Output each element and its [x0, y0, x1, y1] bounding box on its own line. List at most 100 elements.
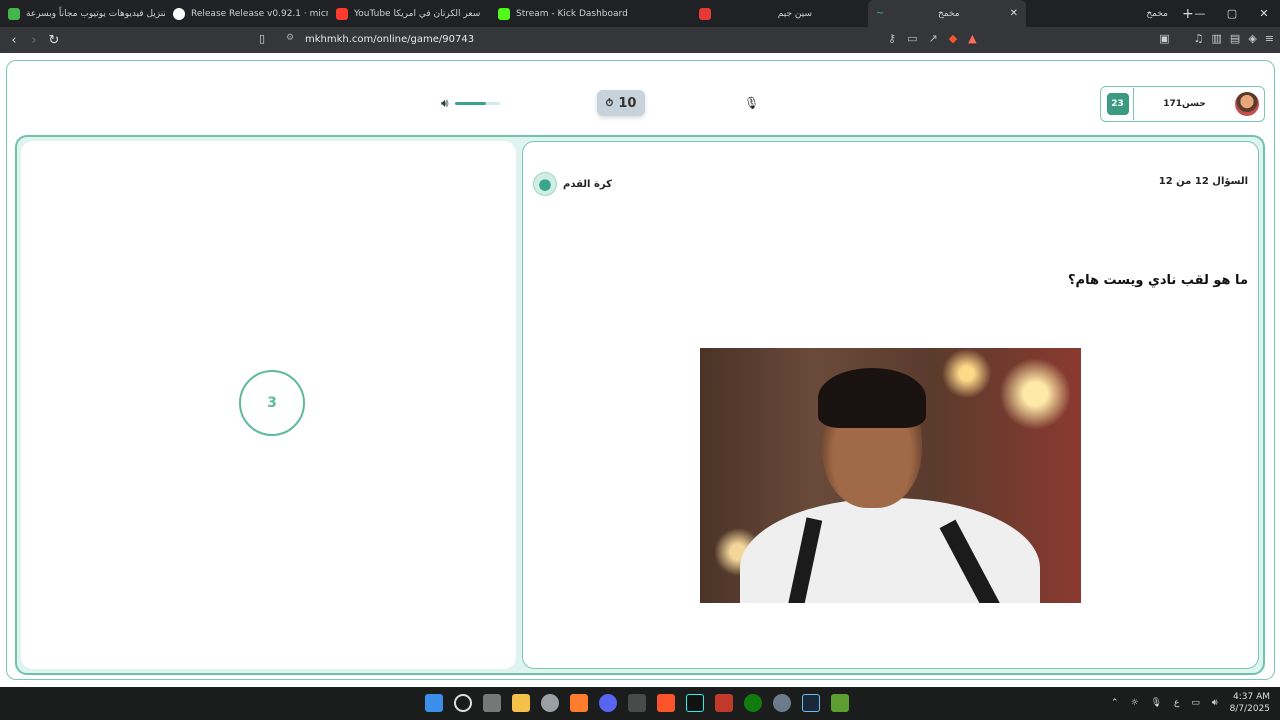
screenshot-icon[interactable]: ▣ [1159, 32, 1169, 45]
avatar [1235, 92, 1259, 116]
tab-label: مخمخ [937, 8, 960, 19]
window-controls: — ▢ ✕ [1184, 0, 1280, 27]
address-actions: ⚷ ▭ ↗ ◆ ▲ [888, 32, 977, 45]
tab-label: Stream - Kick Dashboard [516, 8, 628, 19]
discord-icon[interactable] [599, 694, 617, 712]
timer-value: 10 [618, 95, 637, 111]
tab-label: مخمخ [1146, 8, 1168, 19]
search-icon[interactable] [454, 694, 472, 712]
game-page: 🔊︎ ⏱︎ 10 🎙︎ 23 حسن171 3 السؤال 12 من 12 … [0, 53, 1280, 687]
tab-mkhmkh[interactable]: مخمخ [1026, 0, 1176, 27]
tab-mkhmkh-active[interactable]: ~ مخمخ ✕ [868, 0, 1026, 27]
minecraft-icon[interactable] [831, 694, 849, 712]
tab-label: Release Release v0.92.1 · microsoft/P [191, 8, 328, 19]
tab-youtube-downloader[interactable]: تنزيل فيديوهات يوتيوب مجاناً وبسرعة [0, 0, 165, 27]
sidebar-icon[interactable]: ▥ [1212, 32, 1222, 45]
timer-badge: ⏱︎ 10 [597, 90, 645, 116]
football-category-icon [533, 172, 557, 196]
store-icon[interactable] [628, 694, 646, 712]
steam-icon[interactable] [802, 694, 820, 712]
password-key-icon[interactable]: ⚷ [888, 32, 896, 45]
category-name: كرة القدم [563, 178, 612, 190]
xbox-icon[interactable] [744, 694, 762, 712]
back-icon[interactable]: ‹ [4, 33, 24, 48]
video-editor-icon[interactable] [715, 694, 733, 712]
download-icon [8, 7, 20, 20]
brave-icon[interactable] [657, 694, 675, 712]
player-name: حسن171 [1163, 99, 1206, 109]
address-bar: ‹ › ↻ ▯ ⚙ mkhmkh.com/online/game/90743 ⚷… [0, 27, 1280, 53]
chevron-up-icon[interactable]: ⌃ [1111, 698, 1119, 708]
microphone-icon[interactable]: 🎙︎ [744, 96, 759, 110]
volume-slider-fill [454, 102, 487, 105]
cast-icon[interactable]: ▭ [907, 32, 917, 45]
countdown-circle: 3 [239, 370, 305, 436]
bookmark-icon[interactable]: ▯ [259, 32, 265, 45]
countdown-value: 3 [267, 395, 277, 411]
tab-red-site[interactable] [650, 0, 760, 27]
site-icon [699, 7, 711, 20]
tab-seen-jeem[interactable]: سين جيم [760, 0, 820, 27]
vpn-shield-icon[interactable]: ◈ [1248, 32, 1256, 45]
answer-panel: 3 [21, 141, 516, 669]
speaker-icon[interactable]: 🔊︎ [441, 96, 449, 111]
clock-time: 4:37 AM [1233, 692, 1270, 702]
volume-slider[interactable] [454, 102, 500, 105]
volume-tray-icon[interactable]: 🔊︎ [1212, 698, 1218, 708]
windows-taskbar: ⌃ ☼ 🎙︎ ع ▭ 🔊︎ 4:37 AM 8/7/2025 [0, 687, 1280, 720]
file-explorer-icon[interactable] [512, 694, 530, 712]
youtube-icon [336, 7, 348, 20]
brave-rewards-icon[interactable]: ▲ [968, 32, 976, 45]
loading-icon: ~ [876, 7, 885, 19]
tab-youtube[interactable]: YouTube سعر الكرتان في امريكا [328, 0, 490, 27]
browser-tab-bar: تنزيل فيديوهات يوتيوب مجاناً وبسرعة Rele… [0, 0, 1280, 27]
taskbar-apps [425, 694, 849, 712]
media-icon[interactable]: ♫ [1194, 32, 1204, 45]
language-indicator[interactable]: ع [1174, 698, 1179, 708]
tab-label: YouTube سعر الكرتان في امريكا [354, 8, 481, 19]
volume-control: 🔊︎ [441, 96, 500, 111]
tab-label: سين جيم [777, 8, 812, 19]
question-image [700, 348, 1081, 603]
game-frame: 🔊︎ ⏱︎ 10 🎙︎ 23 حسن171 3 السؤال 12 من 12 … [6, 60, 1275, 680]
toolbar-icons: ▣ ♫ ▥ ▤ ◈ ≡ [1159, 32, 1274, 45]
tab-github-release[interactable]: Release Release v0.92.1 · microsoft/P [165, 0, 328, 27]
category-label: كرة القدم [533, 172, 612, 196]
windows-start-icon[interactable] [425, 694, 443, 712]
mic-tray-icon[interactable]: 🎙︎ [1151, 698, 1162, 708]
question-panel: السؤال 12 من 12 كرة القدم ما هو لقب نادي… [522, 141, 1259, 669]
close-button[interactable]: ✕ [1248, 0, 1280, 27]
settings-gear-icon[interactable] [773, 694, 791, 712]
minimize-button[interactable]: — [1184, 0, 1216, 27]
photo-hair [818, 368, 926, 428]
kick-icon [498, 7, 510, 20]
brightness-icon[interactable]: ☼ [1131, 698, 1139, 708]
network-icon[interactable]: ▭ [1191, 698, 1200, 708]
forward-icon[interactable]: › [24, 33, 44, 48]
clock-date: 8/7/2025 [1229, 704, 1270, 714]
player-score: 23 [1102, 88, 1134, 120]
stopwatch-icon: ⏱︎ [605, 97, 614, 109]
reload-icon[interactable]: ↻ [44, 33, 64, 48]
github-icon [173, 7, 185, 20]
tiktok-icon[interactable] [686, 694, 704, 712]
menu-icon[interactable]: ≡ [1265, 32, 1274, 45]
clock[interactable]: 4:37 AM 8/7/2025 [1230, 691, 1270, 715]
player-card: 23 حسن171 [1100, 86, 1265, 122]
app-icon[interactable] [570, 694, 588, 712]
task-view-icon[interactable] [483, 694, 501, 712]
maximize-button[interactable]: ▢ [1216, 0, 1248, 27]
site-info-icon[interactable]: ⚙ [286, 33, 294, 43]
question-text: ما هو لقب نادي ويست هام؟ [1068, 273, 1248, 288]
system-tray: ⌃ ☼ 🎙︎ ع ▭ 🔊︎ 4:37 AM 8/7/2025 [1111, 691, 1270, 715]
url-input[interactable]: mkhmkh.com/online/game/90743 [305, 34, 474, 45]
brave-shield-icon[interactable]: ◆ [949, 32, 957, 45]
player-score-value: 23 [1106, 93, 1129, 115]
game-top-bar: 🔊︎ ⏱︎ 10 🎙︎ 23 حسن171 [7, 61, 1274, 141]
share-icon[interactable]: ↗ [928, 32, 937, 45]
tab-kick-dashboard[interactable]: Stream - Kick Dashboard [490, 0, 650, 27]
chrome-icon[interactable] [541, 694, 559, 712]
tab-close-icon[interactable]: ✕ [1010, 8, 1018, 19]
wallet-icon[interactable]: ▤ [1230, 32, 1240, 45]
question-counter: السؤال 12 من 12 [1158, 176, 1248, 187]
